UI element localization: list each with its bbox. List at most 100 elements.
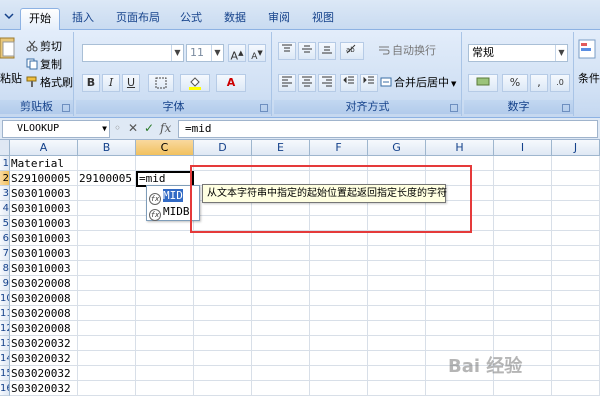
cell-b8[interactable]	[78, 261, 136, 276]
cell-g13[interactable]	[368, 336, 426, 351]
cell-b1[interactable]	[78, 156, 136, 171]
alignment-launcher-icon[interactable]	[450, 104, 458, 112]
shrink-font-button[interactable]: A▼	[248, 44, 266, 62]
cell-b9[interactable]	[78, 276, 136, 291]
row-header[interactable]: 2	[0, 171, 10, 186]
cell-h6[interactable]	[426, 231, 494, 246]
cell-f7[interactable]	[310, 246, 368, 261]
number-launcher-icon[interactable]	[562, 104, 570, 112]
borders-button[interactable]	[148, 74, 174, 92]
cell-e16[interactable]	[252, 381, 310, 396]
cell-h7[interactable]	[426, 246, 494, 261]
bold-button[interactable]: B	[82, 74, 100, 92]
align-middle-button[interactable]	[298, 42, 316, 60]
cell-f14[interactable]	[310, 351, 368, 366]
formula-input[interactable]: =mid	[178, 120, 598, 138]
row-header[interactable]: 3	[0, 186, 10, 201]
cell-j7[interactable]	[552, 246, 600, 261]
row-header[interactable]: 9	[0, 276, 10, 291]
column-header-c[interactable]: C	[136, 140, 194, 156]
tab-review[interactable]: 审阅	[260, 8, 298, 30]
cell-d8[interactable]	[194, 261, 252, 276]
cell-e10[interactable]	[252, 291, 310, 306]
cell-e6[interactable]	[252, 231, 310, 246]
cell-e8[interactable]	[252, 261, 310, 276]
row-header[interactable]: 8	[0, 261, 10, 276]
cell-c7[interactable]	[136, 246, 194, 261]
cell-a14[interactable]: S03020032	[10, 351, 78, 366]
row-header[interactable]: 12	[0, 321, 10, 336]
cell-d6[interactable]	[194, 231, 252, 246]
cell-h8[interactable]	[426, 261, 494, 276]
cell-c12[interactable]	[136, 321, 194, 336]
tab-view[interactable]: 视图	[304, 8, 342, 30]
insert-function-icon[interactable]: fx	[160, 121, 171, 135]
column-header-g[interactable]: G	[368, 140, 426, 156]
cell-a12[interactable]: S03020008	[10, 321, 78, 336]
cell-d11[interactable]	[194, 306, 252, 321]
cell-h13[interactable]	[426, 336, 494, 351]
cell-b4[interactable]	[78, 201, 136, 216]
column-header-b[interactable]: B	[78, 140, 136, 156]
cell-g14[interactable]	[368, 351, 426, 366]
cell-e14[interactable]	[252, 351, 310, 366]
cell-i2[interactable]	[494, 171, 552, 186]
cell-f15[interactable]	[310, 366, 368, 381]
cell-f11[interactable]	[310, 306, 368, 321]
cell-h9[interactable]	[426, 276, 494, 291]
cell-a10[interactable]: S03020008	[10, 291, 78, 306]
cell-f9[interactable]	[310, 276, 368, 291]
align-left-button[interactable]	[278, 74, 296, 92]
cell-g11[interactable]	[368, 306, 426, 321]
cell-g6[interactable]	[368, 231, 426, 246]
font-launcher-icon[interactable]	[260, 104, 268, 112]
cell-b16[interactable]	[78, 381, 136, 396]
cell-a6[interactable]: S03010003	[10, 231, 78, 246]
cell-i5[interactable]	[494, 216, 552, 231]
row-header[interactable]: 10	[0, 291, 10, 306]
cell-j1[interactable]	[552, 156, 600, 171]
cell-b12[interactable]	[78, 321, 136, 336]
name-box[interactable]: VLOOKUP ▼	[2, 120, 110, 138]
cell-g16[interactable]	[368, 381, 426, 396]
align-top-button[interactable]	[278, 42, 296, 60]
cell-a9[interactable]: S03020008	[10, 276, 78, 291]
column-header-d[interactable]: D	[194, 140, 252, 156]
cell-f10[interactable]	[310, 291, 368, 306]
cell-d9[interactable]	[194, 276, 252, 291]
cell-h12[interactable]	[426, 321, 494, 336]
cell-a2[interactable]: S29100005	[10, 171, 78, 186]
cell-a16[interactable]: S03020032	[10, 381, 78, 396]
cell-g10[interactable]	[368, 291, 426, 306]
grow-font-button[interactable]: A▲	[228, 44, 246, 63]
copy-button[interactable]: 复制	[26, 56, 62, 74]
cell-a4[interactable]: S03010003	[10, 201, 78, 216]
cell-j4[interactable]	[552, 201, 600, 216]
cell-b3[interactable]	[78, 186, 136, 201]
cell-i6[interactable]	[494, 231, 552, 246]
cell-g15[interactable]	[368, 366, 426, 381]
cell-d7[interactable]	[194, 246, 252, 261]
cell-a1[interactable]: Material	[10, 156, 78, 171]
column-header-i[interactable]: I	[494, 140, 552, 156]
column-header-j[interactable]: J	[552, 140, 600, 156]
column-header-f[interactable]: F	[310, 140, 368, 156]
cell-e7[interactable]	[252, 246, 310, 261]
cell-b5[interactable]	[78, 216, 136, 231]
format-painter-button[interactable]: 格式刷	[26, 74, 73, 92]
cell-g8[interactable]	[368, 261, 426, 276]
comma-style-button[interactable]: ,	[530, 74, 548, 92]
cell-j3[interactable]	[552, 186, 600, 201]
cell-a11[interactable]: S03020008	[10, 306, 78, 321]
cell-g9[interactable]	[368, 276, 426, 291]
row-header[interactable]: 1	[0, 156, 10, 171]
quick-access-dropdown-icon[interactable]	[4, 10, 14, 20]
fill-color-button[interactable]	[180, 74, 210, 92]
tab-insert[interactable]: 插入	[64, 8, 102, 30]
cell-i7[interactable]	[494, 246, 552, 261]
cell-d15[interactable]	[194, 366, 252, 381]
cell-i3[interactable]	[494, 186, 552, 201]
cell-a13[interactable]: S03020032	[10, 336, 78, 351]
cell-c9[interactable]	[136, 276, 194, 291]
clipboard-launcher-icon[interactable]	[62, 104, 70, 112]
